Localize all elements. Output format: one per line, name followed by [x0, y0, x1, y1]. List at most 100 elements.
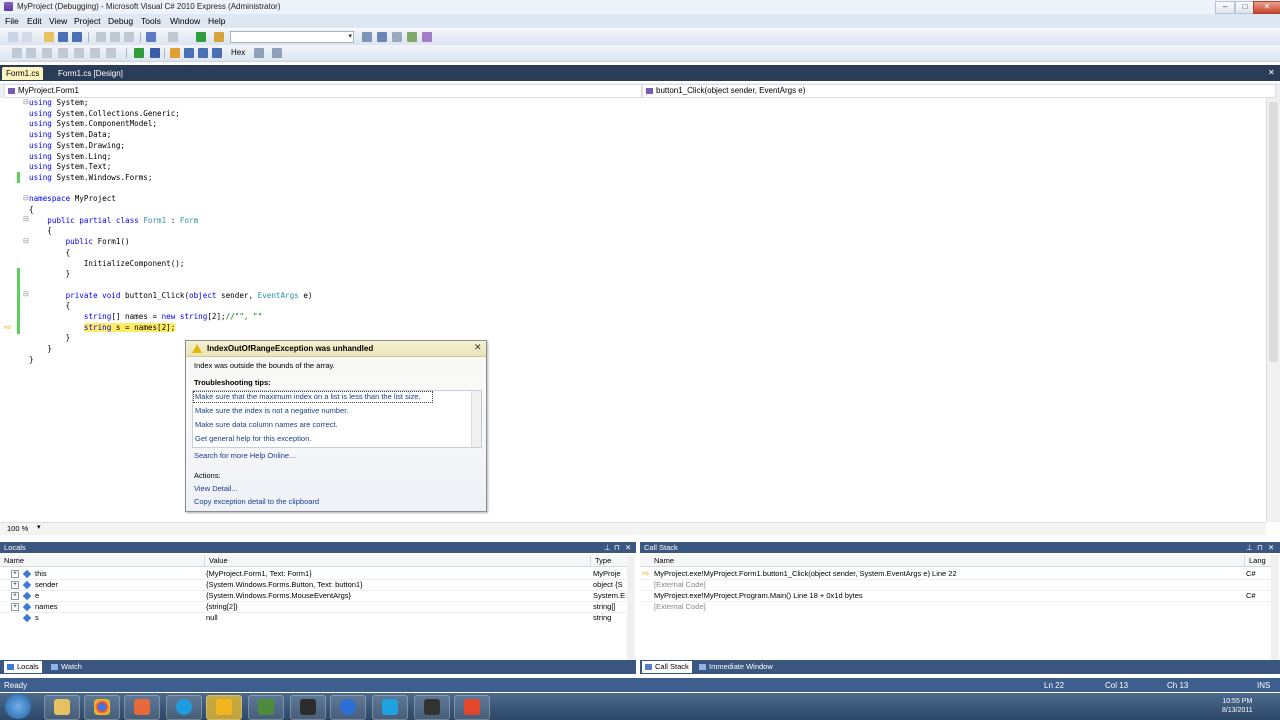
taskbar-app[interactable]: [124, 695, 160, 720]
callstack-frame[interactable]: MyProject.exe!MyProject.Form1.button1_Cl…: [654, 569, 957, 578]
copy-icon[interactable]: [110, 32, 120, 42]
collapse-icon[interactable]: ⊟: [23, 194, 29, 202]
callstack-frame[interactable]: [External Code]: [654, 602, 706, 611]
tip-link[interactable]: Make sure data column names are correct.: [195, 420, 338, 429]
open-folder-icon[interactable]: [44, 32, 54, 42]
object-browser-icon[interactable]: [407, 32, 417, 42]
close-button[interactable]: ✕: [1253, 1, 1280, 14]
menu-help[interactable]: Help: [208, 16, 225, 26]
pin-icon[interactable]: ⊥: [1246, 543, 1253, 552]
add-item-icon[interactable]: [22, 32, 32, 42]
search-help-online-link[interactable]: Search for more Help Online...: [194, 451, 295, 460]
tab-immediate-window[interactable]: Immediate Window: [696, 661, 776, 673]
maximize-button[interactable]: □: [1235, 1, 1255, 14]
taskbar-chrome[interactable]: [84, 695, 120, 720]
taskbar-explorer[interactable]: [44, 695, 80, 720]
menu-window[interactable]: Window: [170, 16, 200, 26]
properties-icon[interactable]: [392, 32, 402, 42]
callstack-col-lang[interactable]: Lang: [1245, 555, 1272, 567]
callstack-scrollbar[interactable]: [1271, 555, 1279, 660]
taskbar-app[interactable]: [372, 695, 408, 720]
undo-icon[interactable]: [146, 32, 156, 42]
outdent-icon[interactable]: [58, 48, 68, 58]
tab-watch[interactable]: Watch: [48, 661, 85, 673]
locals-col-value[interactable]: Value: [205, 555, 591, 567]
taskbar-app[interactable]: [330, 695, 366, 720]
member-combo[interactable]: button1_Click(object sender, EventArgs e…: [642, 84, 1276, 98]
float-icon[interactable]: ⊓: [1257, 543, 1263, 552]
output-icon[interactable]: [272, 48, 282, 58]
taskbar-visual-studio[interactable]: [248, 695, 284, 720]
view-detail-link[interactable]: View Detail...: [194, 484, 238, 493]
find-combo[interactable]: ▾: [230, 31, 354, 43]
callstack-col-name[interactable]: Name: [640, 555, 1245, 567]
tab-call-stack[interactable]: Call Stack: [642, 661, 692, 673]
next-bookmark-icon[interactable]: [106, 48, 116, 58]
system-clock[interactable]: 10:55 PM 8/13/2011: [1222, 697, 1253, 715]
locals-col-name[interactable]: Name: [0, 555, 205, 567]
bookmark-icon[interactable]: [74, 48, 84, 58]
start-orb-icon[interactable]: [5, 694, 31, 719]
expand-icon[interactable]: +: [11, 603, 19, 611]
scroll-thumb[interactable]: [1269, 102, 1278, 362]
step-out-icon[interactable]: [212, 48, 222, 58]
uncomment-icon[interactable]: [26, 48, 36, 58]
tab-form1-design[interactable]: Form1.cs [Design]: [54, 67, 127, 80]
taskbar-app[interactable]: [454, 695, 490, 720]
save-icon[interactable]: [58, 32, 68, 42]
collapse-icon[interactable]: ⊟: [23, 215, 29, 223]
show-next-statement-icon[interactable]: [170, 48, 180, 58]
expand-icon[interactable]: +: [11, 581, 19, 589]
new-project-icon[interactable]: [8, 32, 18, 42]
taskbar-app[interactable]: [290, 695, 326, 720]
expand-icon[interactable]: +: [11, 592, 19, 600]
menu-view[interactable]: View: [49, 16, 67, 26]
solution-explorer-icon[interactable]: [377, 32, 387, 42]
menu-edit[interactable]: Edit: [27, 16, 42, 26]
collapse-icon[interactable]: ⊟: [23, 98, 29, 106]
zoom-level[interactable]: 100 %: [7, 524, 28, 533]
close-icon[interactable]: ✕: [1268, 543, 1274, 552]
indent-icon[interactable]: [42, 48, 52, 58]
menu-debug[interactable]: Debug: [108, 16, 133, 26]
close-icon[interactable]: ✕: [1268, 68, 1275, 77]
callstack-frame[interactable]: [External Code]: [654, 580, 706, 589]
stop-debugging-icon[interactable]: [150, 48, 160, 58]
collapse-icon[interactable]: ⊟: [23, 290, 29, 298]
expand-icon[interactable]: +: [11, 570, 19, 578]
find-in-files-icon[interactable]: [362, 32, 372, 42]
cut-icon[interactable]: [96, 32, 106, 42]
redo-icon[interactable]: [168, 32, 178, 42]
menu-file[interactable]: File: [5, 16, 19, 26]
pin-icon[interactable]: ⊥: [604, 543, 611, 552]
callstack-frame[interactable]: MyProject.exe!MyProject.Program.Main() L…: [654, 591, 863, 600]
menu-project[interactable]: Project: [74, 16, 100, 26]
toolbox-icon[interactable]: [422, 32, 432, 42]
tip-link[interactable]: Make sure that the maximum index on a li…: [195, 392, 421, 401]
step-over-icon[interactable]: [198, 48, 208, 58]
tip-link[interactable]: Make sure the index is not a negative nu…: [195, 406, 348, 415]
taskbar-app[interactable]: [206, 695, 242, 720]
taskbar-app[interactable]: [414, 695, 450, 720]
menu-tools[interactable]: Tools: [141, 16, 161, 26]
tab-locals[interactable]: Locals: [4, 661, 42, 673]
editor-vertical-scrollbar[interactable]: [1266, 98, 1280, 522]
paste-icon[interactable]: [124, 32, 134, 42]
step-into-icon[interactable]: [184, 48, 194, 58]
format-icon[interactable]: [90, 48, 100, 58]
copy-exception-link[interactable]: Copy exception detail to the clipboard: [194, 497, 319, 506]
locals-col-type[interactable]: Type: [591, 555, 628, 567]
minimize-button[interactable]: –: [1215, 1, 1235, 14]
hex-toggle[interactable]: Hex: [231, 48, 245, 57]
taskbar-skype[interactable]: [166, 695, 202, 720]
close-icon[interactable]: ✕: [625, 543, 631, 552]
close-icon[interactable]: ✕: [474, 342, 482, 353]
save-all-icon[interactable]: [72, 32, 82, 42]
locals-scrollbar[interactable]: [627, 555, 635, 660]
chevron-down-icon[interactable]: ▾: [37, 523, 41, 531]
breakpoints-icon[interactable]: [254, 48, 264, 58]
start-debugging-icon[interactable]: [134, 48, 144, 58]
comment-icon[interactable]: [12, 48, 22, 58]
tips-scrollbar[interactable]: [471, 391, 481, 447]
float-icon[interactable]: ⊓: [614, 543, 620, 552]
